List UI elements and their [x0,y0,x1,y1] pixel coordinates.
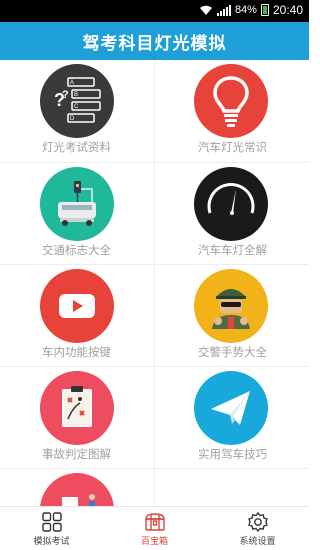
grid-item-accident-diagrams[interactable]: 事故判定图解 [0,367,154,469]
svg-text:?: ? [62,89,69,101]
grid-item-label: 事故判定图解 [42,447,111,461]
partial-icon [40,473,114,506]
grid-item-traffic-police-gestures[interactable]: 交警手势大全 [155,265,309,367]
page-title: 驾考科目灯光模拟 [82,33,227,54]
grid-icon [41,512,62,532]
lightbulb-icon [194,64,268,138]
feature-grid[interactable]: ? ? ABCD 灯光考试资料 汽车灯光常识 交通标志大全 汽车车灯全解 车内功… [0,60,309,506]
tab-label: 模拟考试 [33,537,70,547]
wifi-icon [199,5,212,15]
gauge-icon [194,167,268,241]
grid-item-traffic-signs[interactable]: 交通标志大全 [0,163,154,265]
svg-text:B: B [74,92,78,98]
svg-text:C: C [74,104,79,110]
treasure-box-icon [144,513,165,531]
police-officer-icon [194,269,268,343]
bus-icon [40,167,114,241]
title-bar: 驾考科目灯光模拟 [0,22,309,60]
tab-label: 系统设置 [239,537,276,547]
clipboard-icon [40,371,114,445]
tab-mock-exam[interactable]: 模拟考试 [0,507,103,550]
tab-system-settings[interactable]: 系统设置 [206,507,309,550]
battery-text: 84% [234,4,257,16]
tab-treasure-box[interactable]: 百宝箱 [103,507,206,550]
play-button-icon [40,269,114,343]
grid-item-in-car-buttons[interactable]: 车内功能按键 [0,265,154,367]
grid-item-label: 车内功能按键 [42,345,111,359]
grid-item-label: 汽车车灯全解 [198,243,267,257]
grid-item-partial[interactable] [0,469,154,506]
paper-plane-icon [194,371,268,445]
bottom-tab-bar: 模拟考试 百宝箱 系统设置 [0,506,309,550]
grid-item-label: 实用驾车技巧 [198,447,267,461]
settings-gear-icon [247,512,268,532]
battery-icon [260,4,269,16]
question-list-icon: ? ? ABCD [40,64,114,138]
grid-item-label: 汽车灯光常识 [198,140,267,154]
status-bar: 84% 20:40 [0,0,309,22]
grid-item-light-exam-materials[interactable]: ? ? ABCD 灯光考试资料 [0,60,154,162]
grid-item-label: 交通标志大全 [42,243,111,257]
signal-icon [216,4,231,16]
svg-text:A: A [70,80,74,86]
grid-item-driving-tips[interactable]: 实用驾车技巧 [155,367,309,469]
grid-item-car-lights-explained[interactable]: 汽车车灯全解 [155,163,309,265]
grid-item-car-light-knowledge[interactable]: 汽车灯光常识 [155,60,309,162]
grid-item-label: 交警手势大全 [198,345,267,359]
tab-label: 百宝箱 [140,537,168,547]
svg-text:D: D [70,116,75,122]
grid-item-label: 灯光考试资料 [42,140,111,154]
clock: 20:40 [272,3,303,17]
